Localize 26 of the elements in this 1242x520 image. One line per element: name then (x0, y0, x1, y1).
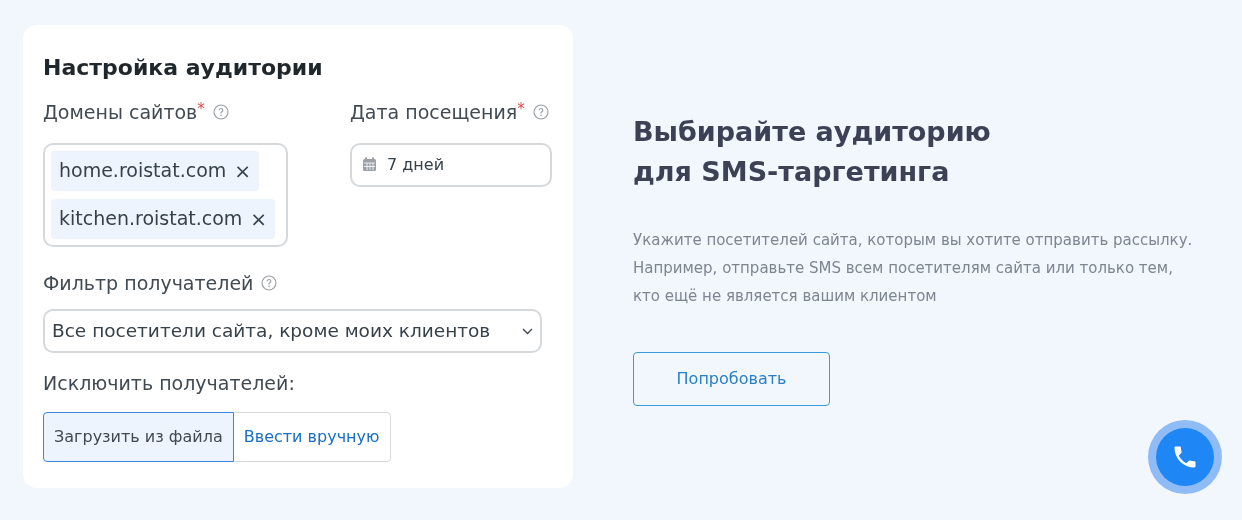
date-field[interactable]: 7 дней (350, 142, 552, 187)
tag-text: kitchen.roistat.com (59, 206, 243, 232)
card-title: Настройка аудитории (43, 54, 324, 82)
remove-button[interactable]: × (234, 155, 252, 186)
field-label: Дата посещения (350, 100, 518, 125)
promo-description: Укажите посетителей сайта, которым вы хотите отправить рассылку. Например, отправьте SMS всем посетителям сайта или только тем, кто ещё не является вашим клиентом (633, 230, 1193, 307)
recipient-select[interactable]: Все посетители сайта, кроме моих клиентов (43, 309, 542, 353)
try-button[interactable]: Попробовать (633, 352, 830, 406)
select-value: Все посетители сайта, кроме моих клиентов (52, 319, 491, 344)
promo-heading: Выбирайте аудиторию для SMS-таргетинга (633, 115, 992, 189)
help-icon[interactable] (261, 274, 278, 291)
segment-button[interactable]: Загрузить из файла (43, 411, 234, 462)
required-mark: * (197, 99, 205, 120)
chevron-down-icon (522, 327, 533, 335)
tag-text: home.roistat.com (59, 158, 227, 184)
calendar-icon (362, 157, 377, 172)
required-mark: * (517, 99, 525, 120)
date-value: 7 дней (387, 153, 445, 176)
field-label: Домены сайтов (43, 100, 198, 125)
remove-button[interactable]: × (250, 203, 268, 234)
help-icon[interactable] (532, 104, 549, 121)
domains-field[interactable]: home.roistat.com × kitchen.roistat.com × (43, 142, 288, 247)
segment-button[interactable]: Ввести вручную (232, 411, 391, 462)
field-label: Исключить получателей: (43, 371, 295, 396)
help-icon[interactable] (212, 104, 229, 121)
field-label: Фильтр получателей (43, 270, 254, 296)
